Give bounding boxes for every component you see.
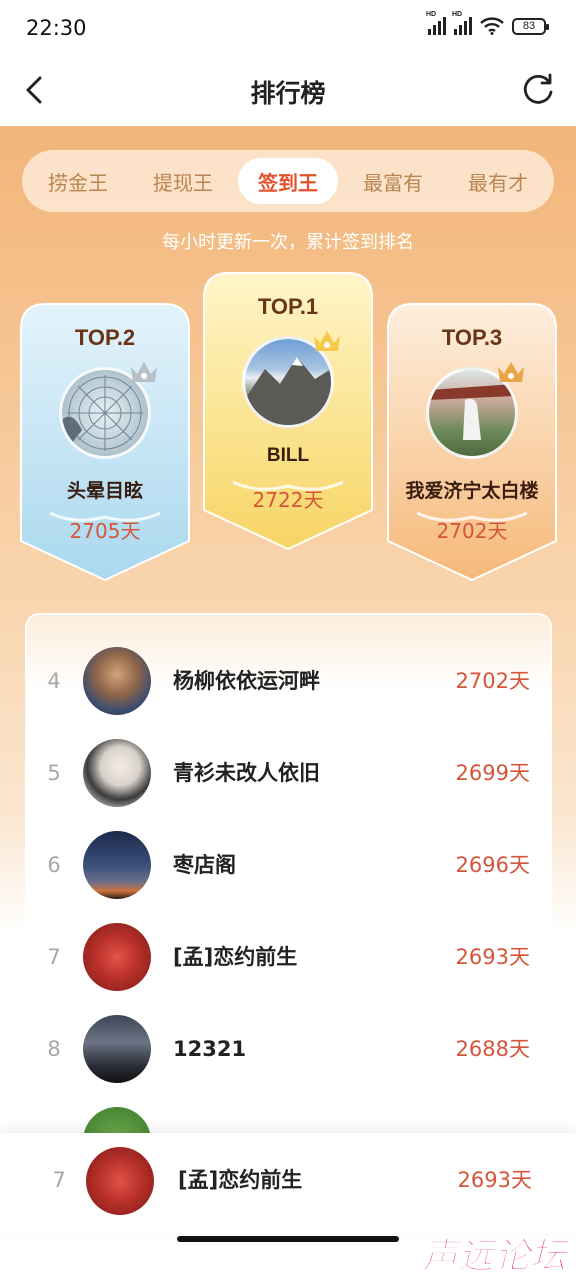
podium-second-rank: TOP.2 <box>74 325 136 350</box>
podium-third-days: 2702天 <box>436 519 508 543</box>
podium-first-days: 2722天 <box>252 488 324 512</box>
list-item[interactable]: 8 12321 2688天 <box>25 1003 552 1095</box>
list-item-days: 2696天 <box>455 853 530 877</box>
list-item-rank: 5 <box>47 761 61 785</box>
tab-lao-jin-wang[interactable]: 捞金王 <box>28 158 128 204</box>
status-bar: 22:30 HD HD 83 <box>0 0 576 58</box>
wifi-icon <box>480 17 504 35</box>
avatar <box>83 1015 151 1083</box>
tab-ti-xian-wang[interactable]: 提现王 <box>133 158 233 204</box>
list-item[interactable]: 4 杨柳依依运河畔 2702天 <box>25 635 552 727</box>
list-item-name: 青衫未改人依旧 <box>173 761 320 785</box>
list-item-name: 12321 <box>173 1037 247 1061</box>
tab-zui-you-cai[interactable]: 最有才 <box>448 158 548 204</box>
tab-zui-fu-you[interactable]: 最富有 <box>343 158 443 204</box>
podium-third[interactable]: TOP.3 我爱济宁太白楼 2702天 <box>387 303 557 581</box>
podium-second-days: 2705天 <box>69 519 141 543</box>
list-item-rank: 8 <box>47 1037 61 1061</box>
podium-second[interactable]: TOP.2 头晕目眩 2705天 <box>20 303 190 581</box>
my-avatar <box>86 1147 154 1215</box>
list-item-rank: 6 <box>47 853 61 877</box>
battery-icon: 83 <box>512 17 549 35</box>
list-item-name: 杨柳依依运河畔 <box>173 669 320 693</box>
avatar <box>83 1107 151 1135</box>
ranking-subtitle: 每小时更新一次，累计签到排名 <box>162 232 414 253</box>
podium-third-rank: TOP.3 <box>441 325 503 350</box>
category-tabs: 捞金王 提现王 签到王 最富有 最有才 <box>22 150 554 212</box>
podium-first[interactable]: TOP.1 BILL 2722天 <box>203 272 373 550</box>
avatar <box>83 739 151 807</box>
status-time: 22:30 <box>26 16 87 40</box>
avatar <box>83 831 151 899</box>
my-rank-name: [孟]恋约前生 <box>178 1168 303 1192</box>
page-title: 排行榜 <box>250 79 326 108</box>
silver-crown-icon <box>131 362 157 382</box>
my-rank-days: 2693天 <box>457 1168 532 1192</box>
list-item-days: 2688天 <box>455 1037 530 1061</box>
status-icons: HD HD 83 <box>426 11 549 35</box>
list-item-days: 2702天 <box>455 669 530 693</box>
podium-first-rank: TOP.1 <box>257 294 319 319</box>
list-item-name: [孟]恋约前生 <box>173 945 298 969</box>
my-rank-number: 7 <box>52 1168 66 1192</box>
my-rank-bar[interactable]: 7 [孟]恋约前生 2693天 <box>0 1133 576 1233</box>
list-item[interactable]: 7 [孟]恋约前生 2693天 <box>25 911 552 1003</box>
home-indicator[interactable] <box>177 1236 399 1242</box>
list-item-rank: 7 <box>47 945 61 969</box>
avatar <box>83 923 151 991</box>
tab-qian-dao-wang[interactable]: 签到王 <box>238 158 338 204</box>
podium-second-name: 头晕目眩 <box>66 480 143 502</box>
signal-icon-2: HD <box>452 11 472 35</box>
refresh-button[interactable] <box>518 70 558 110</box>
signal-icon: HD <box>426 11 446 35</box>
list-item[interactable]: 6 枣店阁 2696天 <box>25 819 552 911</box>
podium-first-name: BILL <box>266 445 310 466</box>
list-item-days: 2693天 <box>455 945 530 969</box>
app-header: 排行榜 <box>0 58 576 126</box>
svg-text:声远论坛: 声远论坛 <box>421 1236 570 1276</box>
list-item-rank: 4 <box>47 669 61 693</box>
list-item-partial <box>25 1095 552 1135</box>
gold-crown-icon <box>314 331 340 351</box>
podium-third-name: 我爱济宁太白楼 <box>405 480 539 502</box>
list-item-name: 枣店阁 <box>173 853 236 877</box>
list-item-days: 2699天 <box>455 761 530 785</box>
avatar <box>83 647 151 715</box>
forum-watermark-logo: 声远论坛 <box>420 1236 570 1277</box>
list-item[interactable]: 5 青衫未改人依旧 2699天 <box>25 727 552 819</box>
refresh-icon <box>523 73 553 104</box>
bronze-crown-icon <box>498 362 524 382</box>
